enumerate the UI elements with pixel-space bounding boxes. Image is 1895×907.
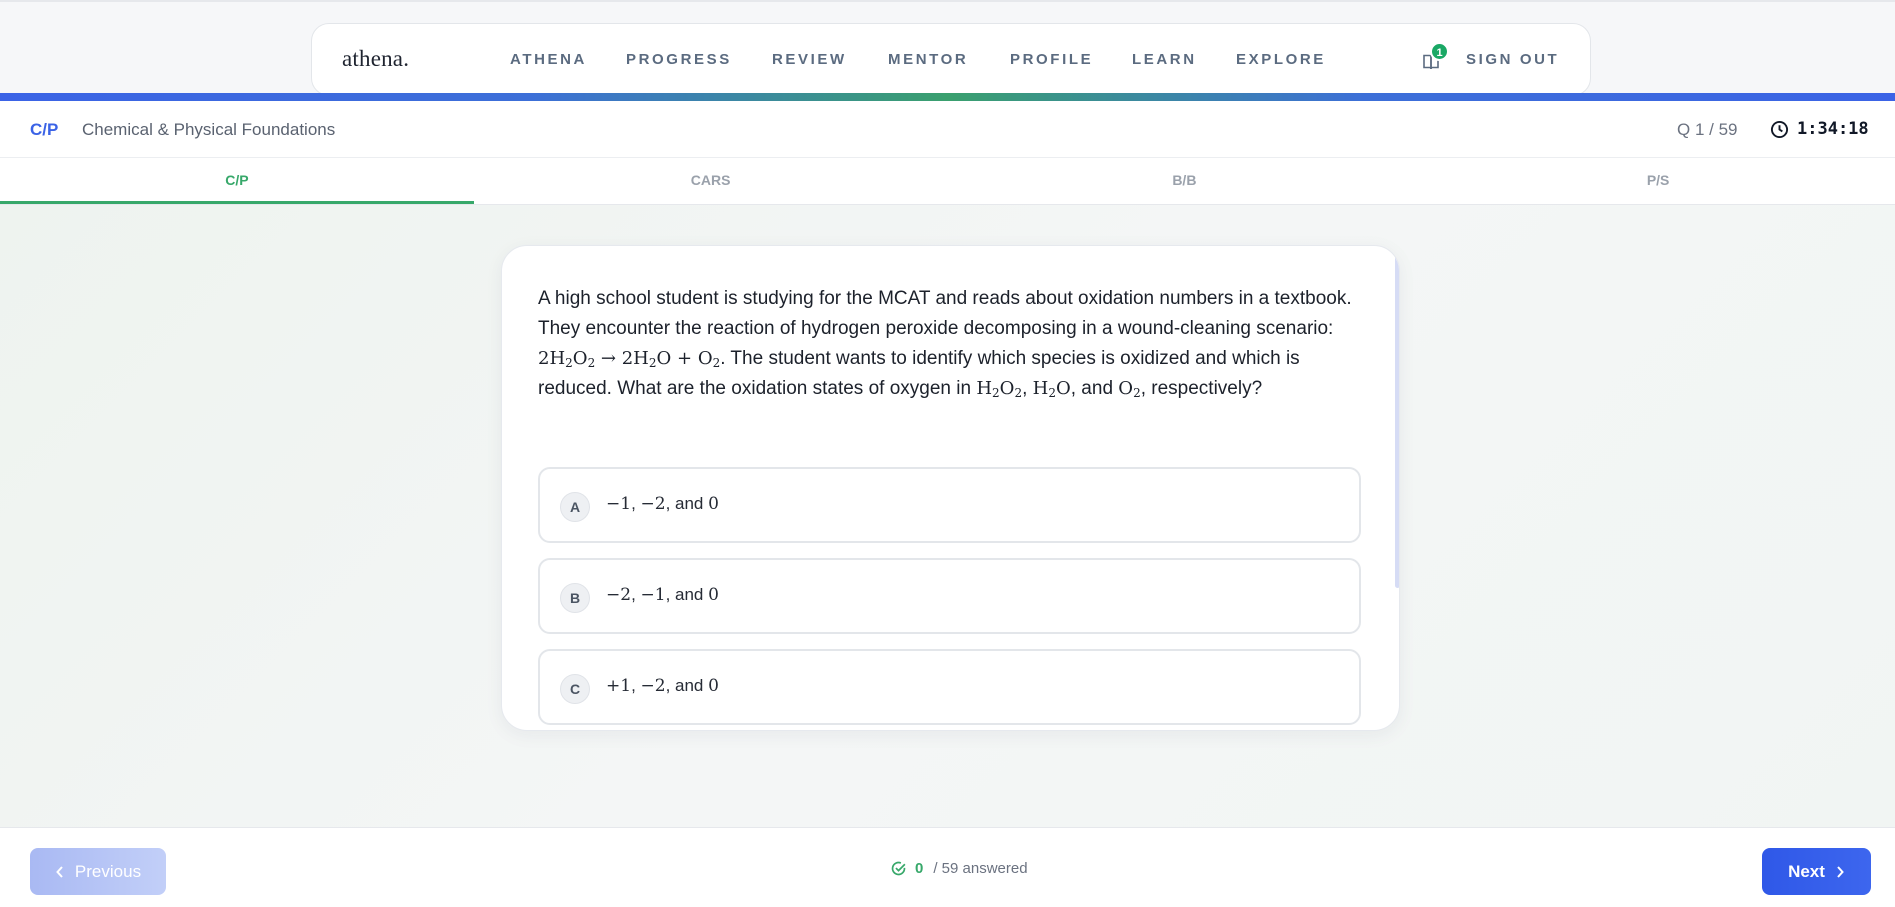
reaction-equation: 2H2O2 → 2H2O + O2 xyxy=(538,348,721,370)
option-value: −2 xyxy=(606,585,632,605)
clock-icon xyxy=(1770,120,1789,139)
option-joiner: , and xyxy=(665,494,709,513)
section-name: Chemical & Physical Foundations xyxy=(82,120,336,139)
section-tabs: C/P CARS B/B P/S xyxy=(0,158,1895,205)
option-joiner: , and xyxy=(665,676,709,695)
exam-timer: 1:34:18 xyxy=(1797,119,1869,139)
option-letter: A xyxy=(560,492,590,522)
answer-option-a[interactable]: A −1, −2, and 0 xyxy=(538,467,1361,543)
answered-suffix: / 59 answered xyxy=(933,860,1028,877)
sign-out-button[interactable]: SIGN OUT xyxy=(1466,51,1559,68)
notifications-button[interactable]: 1 xyxy=(1421,42,1449,74)
option-text: +1, −2, and 0 xyxy=(606,676,719,696)
next-button[interactable]: Next xyxy=(1762,848,1871,895)
main-navbar: athena. ATHENA PROGRESS REVIEW MENTOR PR… xyxy=(311,23,1591,96)
nav-item-review[interactable]: REVIEW xyxy=(772,51,847,68)
species-h2o2: H2O2 xyxy=(976,378,1023,400)
tab-ps[interactable]: P/S xyxy=(1421,158,1895,204)
question-footer: Previous 0 / 59 answered Next xyxy=(0,827,1895,907)
brand-logo[interactable]: athena. xyxy=(342,46,409,72)
option-value: −1 xyxy=(606,494,632,514)
option-value: 0 xyxy=(708,494,719,514)
nav-item-explore[interactable]: EXPLORE xyxy=(1236,51,1326,68)
question-text-part3: , respectively? xyxy=(1140,378,1263,399)
chevron-left-icon xyxy=(56,865,63,878)
question-counter: Q 1 / 59 xyxy=(1677,120,1738,139)
card-scrollbar[interactable] xyxy=(1395,246,1399,588)
tab-cp[interactable]: C/P xyxy=(0,158,474,204)
question-card: A high school student is studying for th… xyxy=(501,245,1400,731)
question-separator: , and xyxy=(1070,378,1119,399)
nav-item-profile[interactable]: PROFILE xyxy=(1010,51,1093,68)
tab-bb[interactable]: B/B xyxy=(948,158,1422,204)
option-value: −1 xyxy=(640,585,666,605)
chevron-right-icon xyxy=(1837,865,1844,878)
option-value: −2 xyxy=(640,494,666,514)
tab-cars[interactable]: CARS xyxy=(474,158,948,204)
question-stem: A high school student is studying for th… xyxy=(538,284,1358,404)
answer-option-c[interactable]: C +1, −2, and 0 xyxy=(538,649,1361,725)
option-value: −2 xyxy=(640,676,666,696)
notification-badge: 1 xyxy=(1430,42,1449,61)
option-text: −1, −2, and 0 xyxy=(606,494,719,514)
question-separator: , xyxy=(1022,378,1033,399)
option-text: −2, −1, and 0 xyxy=(606,585,719,605)
answered-status: 0 / 59 answered xyxy=(890,860,1028,877)
option-joiner: , xyxy=(631,494,641,513)
nav-item-progress[interactable]: PROGRESS xyxy=(626,51,732,68)
option-joiner: , xyxy=(631,585,641,604)
accent-gradient-bar xyxy=(0,93,1895,101)
option-joiner: , and xyxy=(665,585,709,604)
option-value: 0 xyxy=(708,676,719,696)
section-code: C/P xyxy=(30,120,59,139)
option-letter: B xyxy=(560,583,590,613)
option-letter: C xyxy=(560,674,590,704)
option-value: 0 xyxy=(708,585,719,605)
next-label: Next xyxy=(1788,861,1825,881)
nav-item-athena[interactable]: ATHENA xyxy=(510,51,587,68)
check-circle-icon xyxy=(891,861,906,876)
answered-count: 0 xyxy=(915,860,924,877)
answer-option-b[interactable]: B −2, −1, and 0 xyxy=(538,558,1361,634)
species-h2o: H2O xyxy=(1032,378,1071,400)
option-value: +1 xyxy=(606,676,632,696)
top-header: athena. ATHENA PROGRESS REVIEW MENTOR PR… xyxy=(0,0,1895,96)
species-o2: O2 xyxy=(1118,378,1141,400)
section-header: C/P Chemical & Physical Foundations Q 1 … xyxy=(0,101,1895,158)
previous-label: Previous xyxy=(74,861,142,881)
option-joiner: , xyxy=(631,676,641,695)
nav-item-mentor[interactable]: MENTOR xyxy=(888,51,968,68)
nav-item-learn[interactable]: LEARN xyxy=(1132,51,1197,68)
question-text-part1: A high school student is studying for th… xyxy=(538,288,1352,339)
previous-button[interactable]: Previous xyxy=(30,848,166,895)
